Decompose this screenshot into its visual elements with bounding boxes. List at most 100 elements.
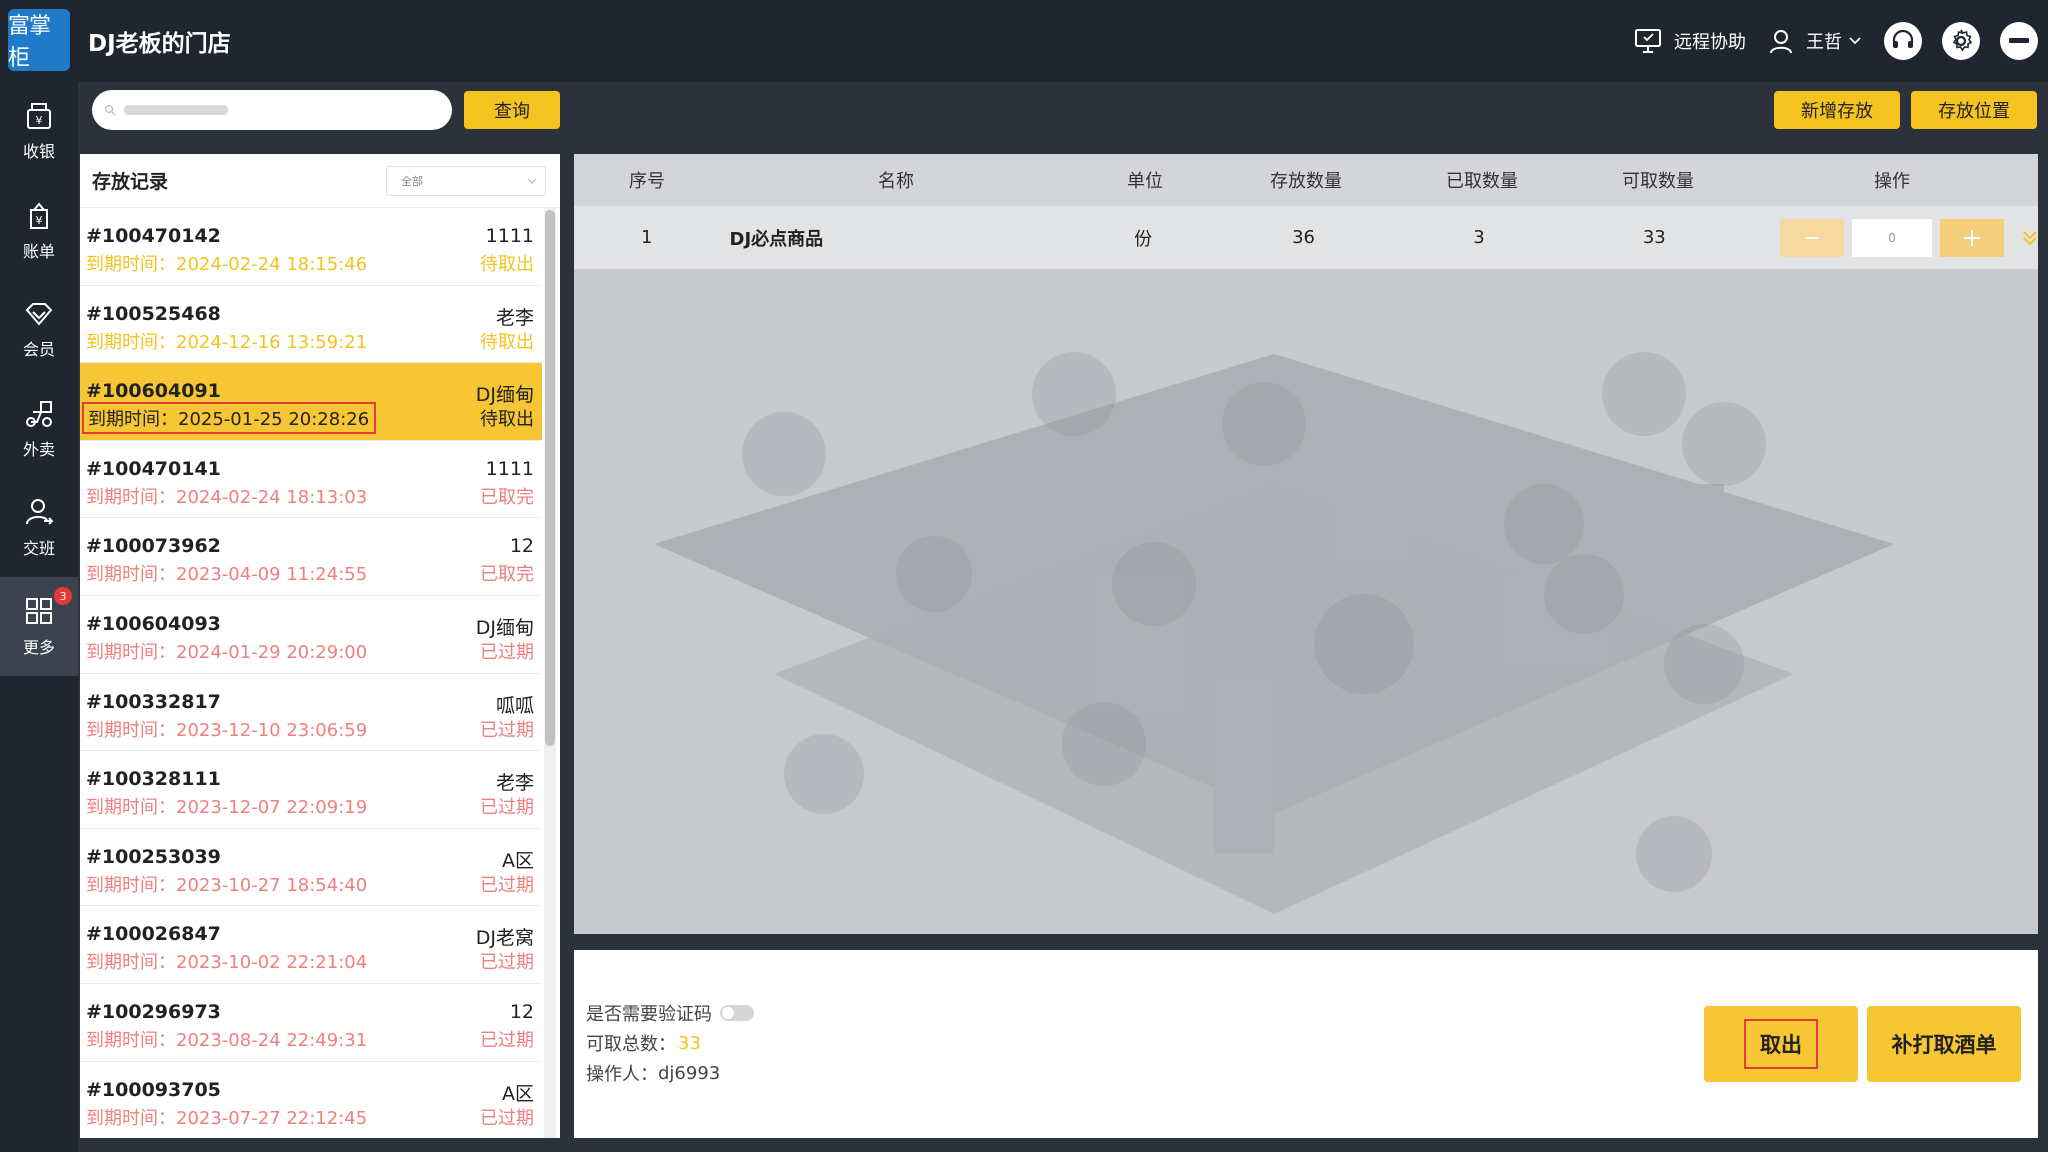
search-input[interactable] (124, 105, 228, 115)
operator-row: 操作人： dj6993 (586, 1060, 720, 1086)
operator-label: 操作人： (586, 1064, 658, 1085)
available-total-value: 33 (678, 1032, 701, 1054)
storage-records-panel: 存放记录 全部 #100470142 到期时间：2024-02-24 18:15:… (80, 154, 560, 1138)
record-customer-name: A区 (502, 1082, 534, 1105)
app-logo: 富掌柜 (8, 9, 70, 71)
row-goods-name: DJ必点商品 (729, 228, 824, 250)
sidebar-label: 交班 (22, 538, 55, 558)
record-id: #100604091 (86, 380, 221, 403)
row-unit: 份 (1134, 228, 1153, 250)
support-button[interactable] (1884, 22, 1922, 60)
sidebar-item-member[interactable]: 会员 (0, 280, 78, 379)
storage-location-button[interactable]: 存放位置 (1911, 91, 2037, 129)
records-scrollbar[interactable] (544, 208, 556, 1138)
row-stored-qty: 36 (1292, 227, 1315, 248)
record-status: 已过期 (480, 641, 534, 663)
user-name: 王哲 (1806, 32, 1842, 53)
header-stored: 存放数量 (1270, 171, 1342, 192)
svg-text:¥: ¥ (36, 214, 43, 227)
record-customer-name: DJ缅甸 (475, 616, 534, 639)
record-id: #100328111 (86, 768, 221, 791)
scroll-thumb[interactable] (545, 210, 555, 746)
decrement-button[interactable] (1780, 218, 1844, 257)
sidebar-item-more[interactable]: 更多 3 (0, 577, 78, 676)
record-item[interactable]: #100525468 到期时间：2024-12-16 13:59:21 老李 待取出 (80, 286, 542, 364)
sidebar: ¥ 收银 ¥ 账单 会员 外卖 交班 更多 3 (0, 82, 78, 1152)
record-status: 已取完 (480, 564, 534, 586)
header-taken: 已取数量 (1446, 171, 1518, 192)
available-total-row: 可取总数： 33 (586, 1030, 701, 1056)
sidebar-item-delivery[interactable]: 外卖 (0, 379, 78, 478)
settings-button[interactable] (1942, 22, 1980, 60)
query-button[interactable]: 查询 (464, 91, 560, 129)
search-box[interactable] (92, 90, 452, 130)
record-id: #100470142 (86, 225, 221, 247)
chevron-down-icon (527, 178, 537, 184)
chevron-down-icon (1849, 37, 1861, 45)
minus-icon (2009, 38, 2029, 43)
record-id: #100093705 (86, 1078, 221, 1101)
records-list: #100470142 到期时间：2024-02-24 18:15:46 1111 待取… (80, 208, 542, 1138)
record-customer-name: A区 (502, 849, 534, 872)
record-item[interactable]: #100332817 到期时间：2023-12-10 23:06:59 呱呱 已过期 (80, 674, 542, 752)
record-item[interactable]: #100604091 到期时间：2025-01-25 20:28:26 DJ缅甸 待取… (80, 363, 542, 441)
record-expiry-time: 到期时间：2023-10-27 18:54:40 (86, 874, 368, 896)
record-item[interactable]: #100093705 到期时间：2023-07-27 22:12:45 A区 已过期 (80, 1062, 542, 1138)
record-id: #100604093 (86, 612, 221, 635)
plus-icon (1964, 229, 1980, 246)
sidebar-label: 更多 (22, 637, 55, 657)
available-total-label: 可取总数： (586, 1034, 676, 1055)
record-id: #100296973 (86, 1000, 221, 1023)
headset-icon (1892, 29, 1914, 48)
gear-icon (1952, 29, 1973, 52)
record-item[interactable]: #100470141 到期时间：2024-02-24 18:13:03 1111 已取… (80, 441, 542, 519)
verify-code-toggle[interactable] (720, 1005, 754, 1021)
record-customer-name: 老李 (495, 772, 534, 795)
record-item[interactable]: #100604093 到期时间：2024-01-29 20:29:00 DJ缅甸 已过… (80, 596, 542, 674)
status-filter-select[interactable]: 全部 (386, 165, 546, 196)
record-item[interactable]: #100253039 到期时间：2023-10-27 18:54:40 A区 已过期 (80, 829, 542, 907)
minimize-button[interactable] (2000, 22, 2038, 60)
record-customer-name: DJ老窝 (475, 927, 534, 950)
new-storage-button[interactable]: 新增存放 (1774, 91, 1900, 129)
header-actions: 操作 (1874, 171, 1910, 192)
sidebar-item-bill[interactable]: ¥ 账单 (0, 181, 78, 280)
record-item[interactable]: #100328111 到期时间：2023-12-07 22:09:19 老李 已过期 (80, 751, 542, 829)
record-status: 已过期 (480, 797, 534, 819)
bill-icon: ¥ (30, 201, 48, 229)
sidebar-label: 外卖 (22, 439, 55, 459)
svg-text:¥: ¥ (36, 114, 43, 127)
quantity-input[interactable]: 0 (1852, 218, 1932, 257)
record-expiry-time: 到期时间：2024-02-24 18:15:46 (86, 254, 368, 275)
row-taken-qty: 3 (1473, 227, 1485, 248)
top-bar: 富掌柜 DJ老板的门店 远程协助 王哲 (0, 0, 2048, 82)
reprint-button[interactable]: 补打取酒单 (1867, 1006, 2021, 1082)
filter-value: 全部 (401, 174, 423, 188)
store-name: DJ老板的门店 (88, 31, 231, 57)
record-item[interactable]: #100296973 到期时间：2023-08-24 22:49:31 12 已过期 (80, 984, 542, 1062)
header-unit: 单位 (1127, 171, 1163, 192)
monitor-icon (1635, 29, 1661, 53)
record-item[interactable]: #100470142 到期时间：2024-02-24 18:15:46 1111 待取… (80, 208, 542, 286)
record-expiry-time: 到期时间：2024-12-16 13:59:21 (86, 331, 368, 353)
record-expiry-time: 到期时间：2023-07-27 22:12:45 (86, 1107, 368, 1129)
record-item[interactable]: #100026847 到期时间：2023-10-02 22:21:04 DJ老窝 已过… (80, 906, 542, 984)
record-item[interactable]: #100073962 到期时间：2023-04-09 11:24:55 12 已取完 (80, 518, 542, 596)
user-menu[interactable]: 王哲 (1768, 28, 1862, 54)
row-available-qty: 33 (1642, 227, 1666, 248)
table-row[interactable]: 1 DJ必点商品 份 36 3 33 0 (574, 206, 2038, 270)
take-out-button[interactable]: 取出 (1704, 1006, 1858, 1082)
take-out-panel: 是否需要验证码 可取总数： 33 操作人： dj6993 取出 补打取酒单 (574, 950, 2038, 1138)
increment-button[interactable] (1940, 218, 2004, 257)
record-id: #100470141 (86, 457, 221, 480)
record-status: 已过期 (480, 952, 534, 974)
remote-help-button[interactable]: 远程协助 (1634, 28, 1746, 54)
remote-help-label: 远程协助 (1674, 32, 1746, 53)
expand-chevron-icon[interactable] (2022, 229, 2038, 247)
notification-badge: 3 (54, 587, 72, 605)
sidebar-item-shift[interactable]: 交班 (0, 478, 78, 577)
sidebar-item-cashier[interactable]: ¥ 收银 (0, 82, 78, 181)
shift-icon (26, 498, 54, 525)
delivery-icon (26, 400, 52, 427)
record-expiry-time: 到期时间：2023-12-10 23:06:59 (86, 719, 368, 741)
